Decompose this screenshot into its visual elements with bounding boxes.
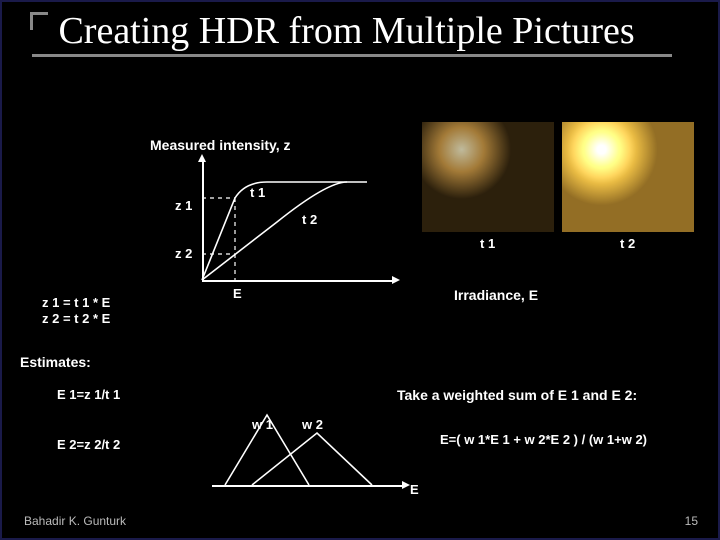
E-axis-mark: E bbox=[233, 286, 242, 301]
measured-intensity-label: Measured intensity, z bbox=[150, 137, 291, 153]
irradiance-axis-label: Irradiance, E bbox=[454, 287, 538, 303]
response-curves-svg bbox=[197, 162, 397, 292]
response-plot bbox=[202, 172, 392, 292]
weighted-heading: Take a weighted sum of E 1 and E 2: bbox=[397, 387, 637, 403]
t2-curve-label: t 2 bbox=[302, 212, 317, 227]
title-block: Creating HDR from Multiple Pictures bbox=[30, 12, 672, 57]
title-underline bbox=[32, 54, 672, 57]
slide-title: Creating HDR from Multiple Pictures bbox=[58, 12, 634, 52]
estimate-e1: E 1=z 1/t 1 bbox=[57, 387, 120, 402]
footer-author: Bahadir K. Gunturk bbox=[24, 514, 126, 528]
photo-t1-label: t 1 bbox=[480, 236, 495, 251]
estimate-e2: E 2=z 2/t 2 bbox=[57, 437, 120, 452]
exposure-photo-t1 bbox=[422, 122, 554, 232]
weights-E-label: E bbox=[410, 482, 419, 497]
footer-page-number: 15 bbox=[685, 514, 698, 528]
z1-label: z 1 bbox=[175, 198, 192, 213]
eq-z2: z 2 = t 2 * E bbox=[42, 311, 110, 326]
corner-ornament-icon bbox=[30, 12, 48, 30]
z2-label: z 2 bbox=[175, 246, 192, 261]
w1-label: w 1 bbox=[252, 417, 273, 432]
t1-curve-label: t 1 bbox=[250, 185, 265, 200]
slide-root: Creating HDR from Multiple Pictures Meas… bbox=[0, 0, 720, 540]
estimates-heading: Estimates: bbox=[20, 354, 91, 370]
w2-label: w 2 bbox=[302, 417, 323, 432]
weighted-eq: E=( w 1*E 1 + w 2*E 2 ) / (w 1+w 2) bbox=[440, 432, 647, 447]
eq-z1: z 1 = t 1 * E bbox=[42, 295, 110, 310]
exposure-photo-t2 bbox=[562, 122, 694, 232]
photo-t2-label: t 2 bbox=[620, 236, 635, 251]
